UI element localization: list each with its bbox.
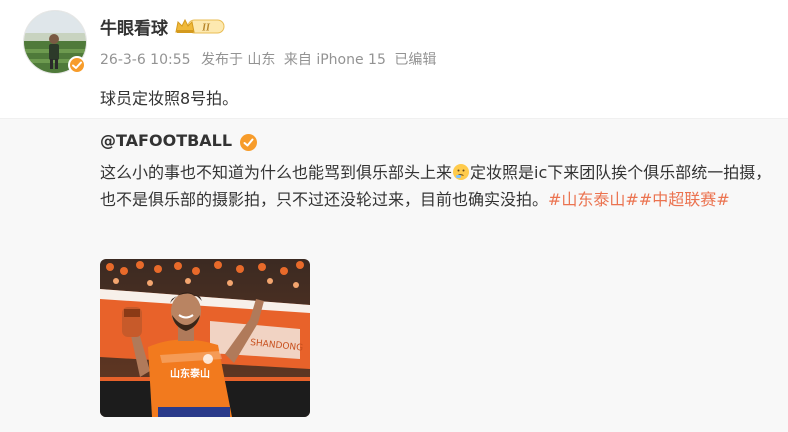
- vip-level-badge-icon[interactable]: II: [174, 17, 226, 35]
- jersey-text: 山东泰山: [170, 367, 210, 380]
- repost-card[interactable]: @TAFOOTBALL 这么小的事也不知道为什么也能骂到俱乐部头上来 定妆照是ic…: [0, 118, 788, 432]
- post-meta: 26-3-6 10:55 发布于 山东 来自 iPhone 15 已编辑: [100, 49, 440, 69]
- hashtag-link[interactable]: #中超联赛#: [639, 190, 730, 209]
- repost-body-text: 这么小的事也不知道为什么也能骂到俱乐部头上来 定妆照是ic下来团队挨个俱乐部统一拍…: [100, 159, 772, 213]
- post-source: 来自 iPhone 15: [283, 52, 386, 68]
- repost-author-name[interactable]: @TAFOOTBALL: [100, 131, 232, 150]
- repost-verified-icon: [240, 134, 257, 151]
- repost-text-part1: 这么小的事也不知道为什么也能骂到俱乐部头上来: [100, 163, 453, 182]
- weibo-post: 牛眼看球 II 26-3-6 10:55 发布于 山东 来自 iPhone 15…: [0, 0, 788, 432]
- thinking-face-emoji-icon: [453, 164, 470, 180]
- edited-label[interactable]: 已编辑: [394, 52, 436, 68]
- hashtag-link[interactable]: #山东泰山#: [548, 190, 639, 209]
- repost-image[interactable]: SHANDONG 山东泰山: [100, 259, 310, 417]
- author-name[interactable]: 牛眼看球: [100, 14, 168, 39]
- player-photo: SHANDONG 山东泰山: [100, 259, 310, 417]
- post-location: 发布于 山东: [200, 52, 276, 68]
- post-body-text: 球员定妆照8号拍。: [100, 89, 239, 108]
- verified-badge-icon: [68, 56, 86, 74]
- post-timestamp[interactable]: 26-3-6 10:55: [100, 52, 191, 68]
- vip-level-text: II: [201, 23, 211, 34]
